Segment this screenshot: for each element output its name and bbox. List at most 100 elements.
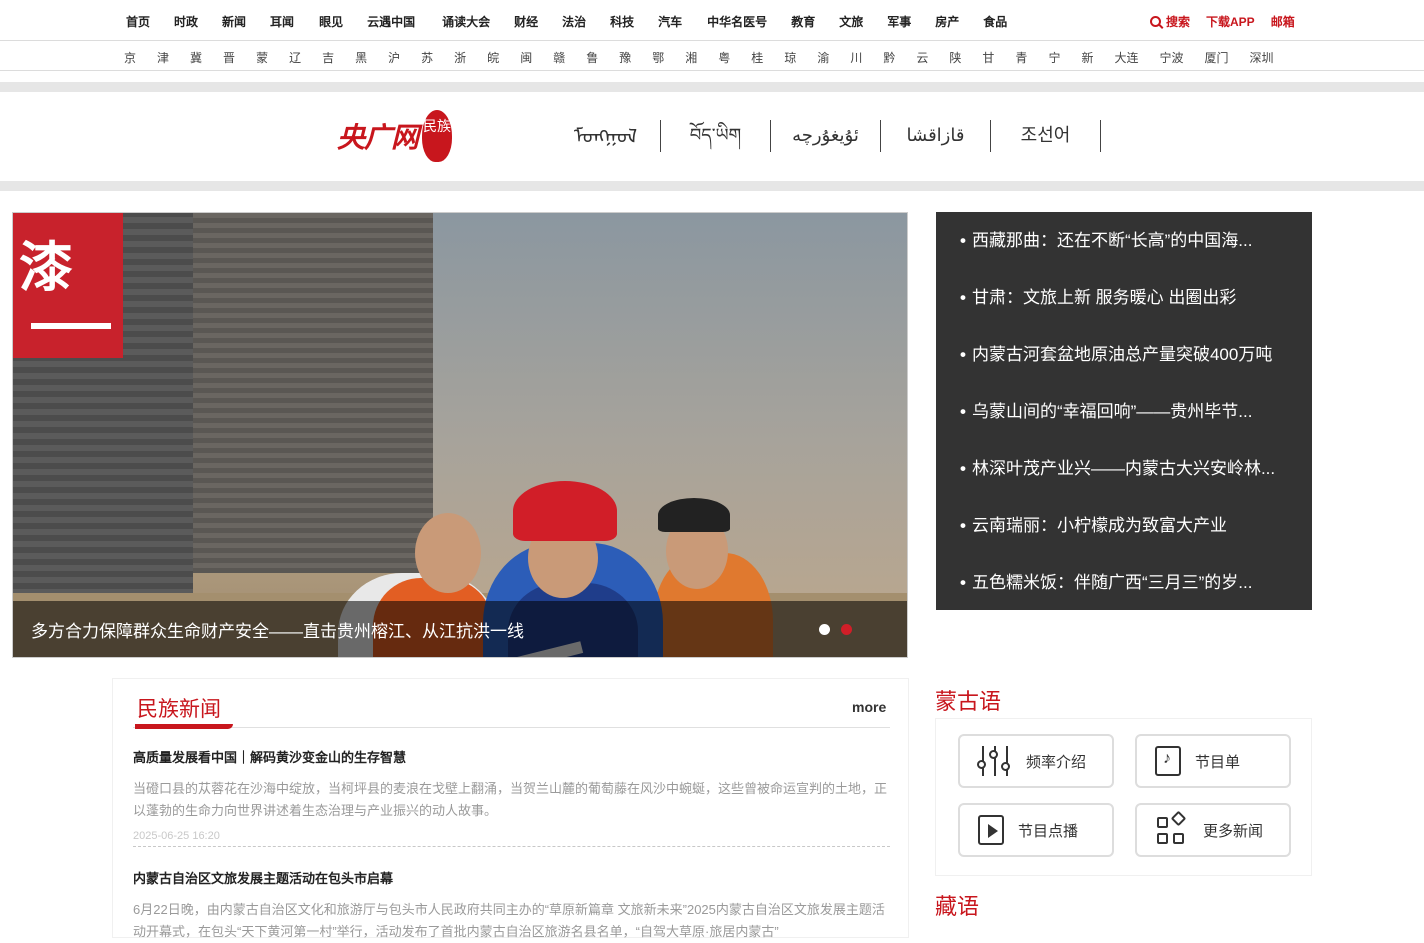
province-nav-item[interactable]: 云 [916, 49, 928, 66]
hero-image[interactable]: 漆 [13, 213, 907, 657]
province-nav-item[interactable]: 甘 [982, 49, 994, 66]
search-link[interactable]: 搜索 [1166, 13, 1190, 30]
province-nav-item[interactable]: 吉 [322, 49, 334, 66]
tibetan-section-title[interactable]: 藏语 [935, 889, 979, 921]
province-nav-item[interactable]: 川 [850, 49, 862, 66]
lang-korean[interactable]: 조선어 [991, 120, 1101, 152]
logo-text: 央广网 [337, 122, 419, 153]
search-icon[interactable] [1150, 16, 1161, 27]
top-nav-item[interactable]: 科技 [610, 13, 634, 30]
lang-kazakh[interactable]: قازاقشا [881, 120, 991, 152]
logo-seal: 民族 [422, 110, 453, 162]
province-nav-item[interactable]: 晋 [223, 49, 235, 66]
news-article-headline[interactable]: 高质量发展看中国｜解码黄沙变金山的生存智慧 [133, 747, 890, 766]
province-nav-item[interactable]: 苏 [421, 49, 433, 66]
top-nav-item[interactable]: 汽车 [658, 13, 682, 30]
province-nav-item[interactable]: 赣 [553, 49, 565, 66]
lang-mongolian[interactable]: ᠮᠣᠩᠭᠣᠯ [551, 120, 661, 152]
scene-head-1 [415, 513, 481, 593]
top-nav-item[interactable]: 耳闻 [270, 13, 294, 30]
grid-icon [1155, 810, 1189, 847]
top-nav-item[interactable]: 新闻 [222, 13, 246, 30]
top-nav-item[interactable]: 首页 [126, 13, 150, 30]
on-demand-label: 节目点播 [1018, 822, 1079, 840]
province-nav-item[interactable]: 青 [1015, 49, 1027, 66]
frequency-intro-button[interactable]: 频率介绍 [958, 734, 1114, 788]
top-nav-item[interactable]: 诵读大会 [442, 13, 490, 30]
province-nav-item[interactable]: 桂 [751, 49, 763, 66]
top-nav-item[interactable]: 房产 [935, 13, 959, 30]
province-nav-item[interactable]: 豫 [619, 49, 631, 66]
province-nav-item[interactable]: 粤 [718, 49, 730, 66]
news-article: 高质量发展看中国｜解码黄沙变金山的生存智慧 当磴口县的苁蓉花在沙海中绽放，当柯坪… [133, 747, 890, 847]
top-nav-item[interactable]: 时政 [174, 13, 198, 30]
slider-caption-text[interactable]: 多方合力保障群众生命财产安全——直击贵州榕江、从江抗洪一线 [31, 617, 524, 642]
province-nav-item[interactable]: 黑 [355, 49, 367, 66]
headline-item[interactable]: 西藏那曲：还在不断“长高”的中国海... [960, 226, 1312, 283]
province-nav-item[interactable]: 大连 [1114, 49, 1138, 66]
mail-link[interactable]: 邮箱 [1271, 13, 1295, 30]
province-nav-item[interactable]: 闽 [520, 49, 532, 66]
province-nav-item[interactable]: 黔 [883, 49, 895, 66]
download-app-link[interactable]: 下载APP [1206, 13, 1255, 30]
province-nav-item[interactable]: 辽 [289, 49, 301, 66]
top-nav-item[interactable]: 食品 [983, 13, 1007, 30]
province-nav-item[interactable]: 蒙 [256, 49, 268, 66]
province-nav-item[interactable]: 渝 [817, 49, 829, 66]
headline-list: 西藏那曲：还在不断“长高”的中国海...甘肃：文旅上新 服务暖心 出圈出彩内蒙古… [936, 212, 1312, 610]
province-nav-item[interactable]: 皖 [487, 49, 499, 66]
headline-item[interactable]: 五色糯米饭：伴随广西“三月三”的岁... [960, 568, 1312, 625]
province-nav-item[interactable]: 陕 [949, 49, 961, 66]
mongolian-panel: 频率介绍 节目单 节目点播 更多新闻 [935, 718, 1312, 876]
headline-item[interactable]: 乌蒙山间的“幸福回响”——贵州毕节... [960, 397, 1312, 454]
lang-uyghur[interactable]: ئۇيغۇرچە [771, 120, 881, 152]
province-nav-item[interactable]: 深圳 [1250, 49, 1274, 66]
province-nav-item[interactable]: 湘 [685, 49, 697, 66]
news-article-summary: 当磴口县的苁蓉花在沙海中绽放，当柯坪县的麦浪在戈壁上翻涌，当贺兰山麓的葡萄藤在风… [133, 781, 888, 818]
headline-item[interactable]: 云南瑞丽：小柠檬成为致富大产业 [960, 511, 1312, 568]
top-nav-item[interactable]: 财经 [514, 13, 538, 30]
language-nav: ᠮᠣᠩᠭᠣᠯ བོད་ཡིག ئۇيغۇرچە قازاقشا 조선어 [551, 120, 1101, 152]
province-nav-item[interactable]: 宁波 [1159, 49, 1183, 66]
province-nav-item[interactable]: 鲁 [586, 49, 598, 66]
slider-dot-1[interactable] [819, 624, 830, 635]
play-file-icon [978, 815, 1004, 845]
top-nav-item[interactable]: 云遇中国 [367, 13, 415, 30]
lang-tibetan[interactable]: བོད་ཡིག [661, 120, 771, 152]
headline-item[interactable]: 内蒙古河套盆地原油总产量突破400万吨 [960, 340, 1312, 397]
province-nav-item[interactable]: 冀 [190, 49, 202, 66]
top-nav-item[interactable]: 教育 [791, 13, 815, 30]
province-nav-item[interactable]: 沪 [388, 49, 400, 66]
province-nav-items: 京 津 冀 晋 蒙 辽 吉 黑 沪 苏 浙 皖 闽 赣 鲁 豫 鄂 湘 粤 桂 琼 渝 川 黔 云 陕 甘 青 宁 新 大连 宁波 厦门 深圳 [124, 49, 1274, 66]
headline-item[interactable]: 林深叶茂产业兴——内蒙古大兴安岭林... [960, 454, 1312, 511]
province-nav-item[interactable]: 厦门 [1205, 49, 1229, 66]
ethnic-news-underline [135, 724, 233, 729]
top-nav-item[interactable]: 法治 [562, 13, 586, 30]
province-nav-item[interactable]: 新 [1081, 49, 1093, 66]
mongolian-section-title[interactable]: 蒙古语 [935, 684, 1001, 716]
province-nav-item[interactable]: 琼 [784, 49, 796, 66]
news-article-headline[interactable]: 内蒙古自治区文旅发展主题活动在包头市启幕 [133, 868, 890, 887]
more-news-button[interactable]: 更多新闻 [1135, 803, 1291, 857]
top-nav-item[interactable]: 眼见 [319, 13, 343, 30]
news-article-summary: 6月22日晚，由内蒙古自治区文化和旅游厅与包头市人民政府共同主办的“草原新篇章 … [133, 902, 885, 939]
slider-dot-2[interactable] [841, 624, 852, 635]
program-list-button[interactable]: 节目单 [1135, 734, 1291, 788]
hero-slider[interactable]: 漆 多方合力保障群众生命财产安全——直击贵州榕江、从江抗洪一线 [12, 212, 908, 658]
province-nav-item[interactable]: 宁 [1048, 49, 1060, 66]
header-band-top [0, 82, 1424, 92]
headline-item[interactable]: 甘肃：文旅上新 服务暖心 出圈出彩 [960, 283, 1312, 340]
top-nav-item[interactable]: 军事 [887, 13, 911, 30]
province-nav-item[interactable]: 津 [157, 49, 169, 66]
province-nav-item[interactable]: 鄂 [652, 49, 664, 66]
slider-caption[interactable]: 多方合力保障群众生命财产安全——直击贵州榕江、从江抗洪一线 [13, 601, 907, 657]
top-nav-item[interactable]: 中华名医号 [707, 13, 767, 30]
top-nav-item[interactable]: 文旅 [839, 13, 863, 30]
site-logo[interactable]: 央广网 民族 [337, 110, 453, 162]
on-demand-button[interactable]: 节目点播 [958, 803, 1114, 857]
news-article-separator [133, 846, 890, 847]
province-nav-item[interactable]: 京 [124, 49, 136, 66]
more-link[interactable]: more [852, 699, 886, 715]
slider-dots [819, 624, 863, 635]
province-nav-item[interactable]: 浙 [454, 49, 466, 66]
